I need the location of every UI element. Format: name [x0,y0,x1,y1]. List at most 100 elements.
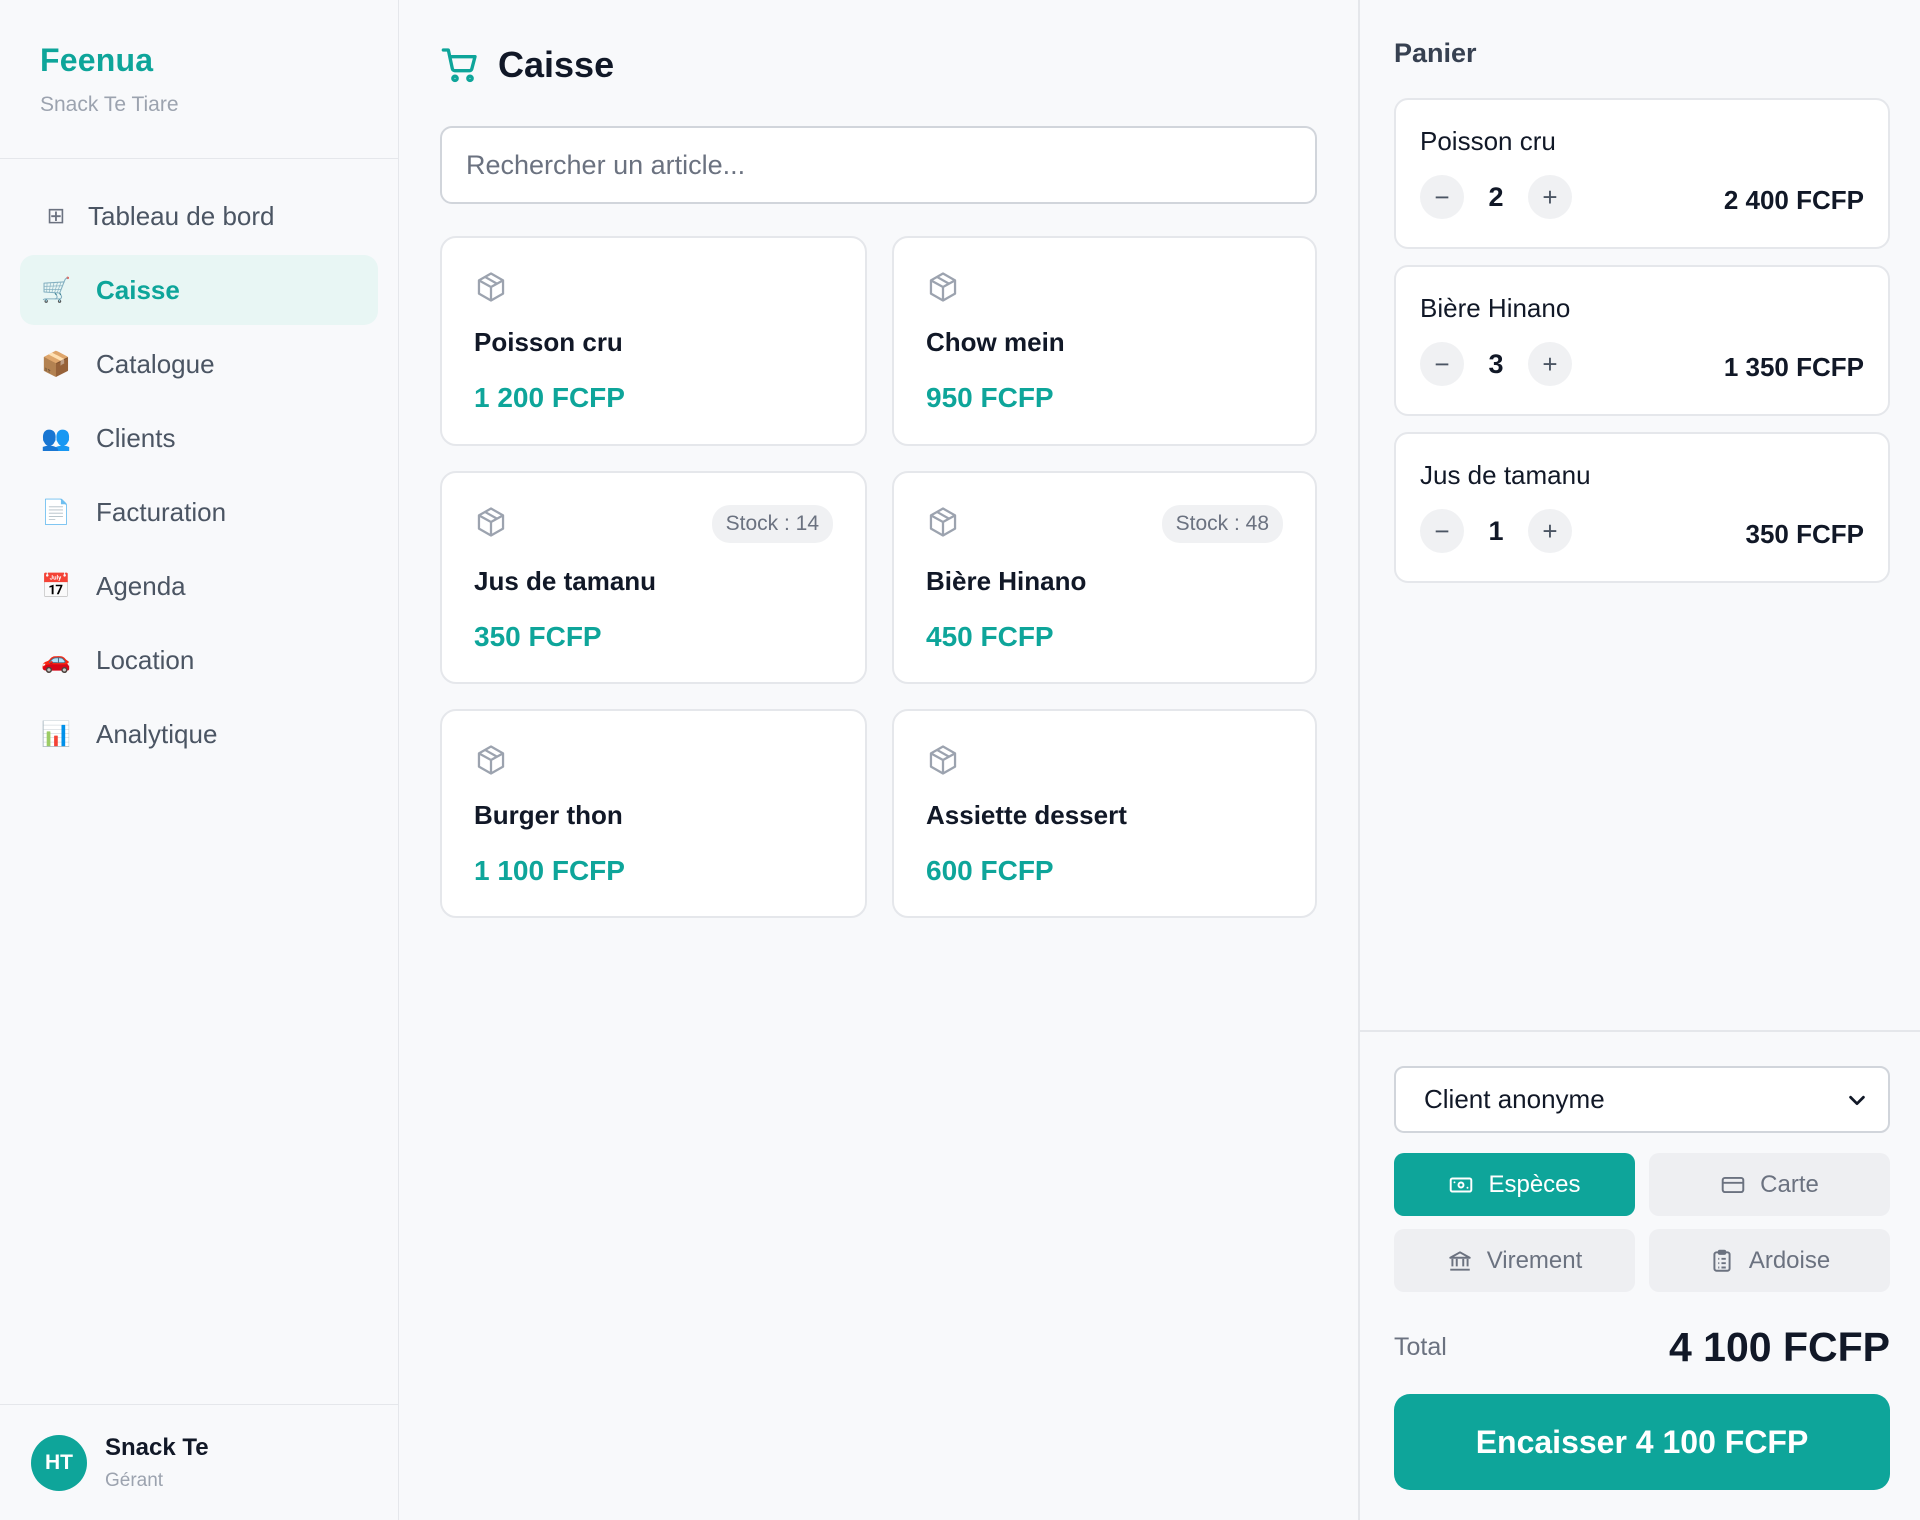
product-card[interactable]: Chow mein 950 FCFP [892,236,1317,446]
payment-especes-button[interactable]: Espèces [1394,1153,1635,1216]
quantity-value: 3 [1488,348,1504,379]
product-card[interactable]: Burger thon 1 100 FCFP [440,709,867,918]
document-icon: 📄 [41,498,71,526]
payment-label: Espèces [1488,1170,1581,1198]
cart-title: Panier [1394,38,1477,68]
package-icon [929,745,957,775]
sidebar-item-label: Agenda [96,570,186,601]
cart-item-name: Bière Hinano [1420,293,1571,323]
user-name: Snack Te [105,1433,209,1461]
quantity-value: 2 [1488,181,1504,212]
users-icon: 👥 [41,424,71,452]
sidebar-item-label: Catalogue [96,348,215,379]
brand-subtitle: Snack Te Tiare [40,93,179,116]
product-card[interactable]: Stock : 48 Bière Hinano 450 FCFP [892,471,1317,684]
total-row: Total 4 100 FCFP [1394,1324,1890,1371]
sidebar-item-label: Analytique [96,718,218,749]
sidebar-item-caisse[interactable]: 🛒 Caisse [20,255,378,325]
cart-item-name: Jus de tamanu [1420,460,1591,490]
product-price: 1 200 FCFP [474,382,625,413]
total-value: 4 100 FCFP [1668,1324,1890,1370]
stock-badge: Stock : 48 [1161,505,1283,543]
increment-button[interactable]: + [1528,175,1572,219]
decrement-button[interactable]: − [1420,509,1464,553]
sidebar-item-label: Facturation [96,496,227,527]
product-card[interactable]: Poisson cru 1 200 FCFP [440,236,867,446]
package-icon: 📦 [41,350,71,378]
sidebar-item-label: Caisse [96,274,180,305]
sidebar: Feenua Snack Te Tiare ⊞ Tableau de bord … [0,0,399,1520]
payment-ardoise-button[interactable]: Ardoise [1649,1229,1890,1292]
cart-item-price: 2 400 FCFP [1723,185,1864,215]
page-header: Caisse [440,44,614,86]
package-icon [477,272,505,302]
brand: Feenua Snack Te Tiare [0,0,398,159]
sidebar-item-analytique[interactable]: 📊 Analytique [20,699,378,769]
product-grid: Poisson cru 1 200 FCFP Chow mein 950 FCF… [440,236,1317,918]
bank-icon [1448,1250,1471,1271]
cart-items: Poisson cru − 2 + 2 400 FCFP Bière Hinan… [1394,98,1890,599]
product-card[interactable]: Stock : 14 Jus de tamanu 350 FCFP [440,471,867,684]
checkout-button[interactable]: Encaisser 4 100 FCFP [1394,1394,1890,1490]
sidebar-item-catalogue[interactable]: 📦 Catalogue [20,329,378,399]
sidebar-item-label: Clients [96,422,176,453]
quantity-value: 1 [1488,515,1504,546]
user-info: Snack Te Gérant [105,1434,209,1492]
stock-badge: Stock : 14 [711,505,833,543]
cart-item: Bière Hinano − 3 + 1 350 FCFP [1394,265,1890,416]
product-name: Assiette dessert [926,800,1127,830]
decrement-button[interactable]: − [1420,342,1464,386]
payment-methods: Espèces Carte Virement Ardoise [1394,1153,1890,1292]
sidebar-item-clients[interactable]: 👥 Clients [20,403,378,473]
sidebar-item-label: Location [96,644,195,675]
package-icon [477,507,505,537]
package-icon [929,507,957,537]
product-name: Jus de tamanu [474,566,657,596]
payment-label: Virement [1486,1246,1583,1274]
sidebar-item-agenda[interactable]: 📅 Agenda [20,551,378,621]
product-name: Chow mein [926,327,1065,357]
search-input[interactable] [440,126,1317,204]
product-name: Poisson cru [474,327,623,357]
increment-button[interactable]: + [1528,509,1572,553]
cart-item-price: 350 FCFP [1745,519,1865,549]
product-price: 600 FCFP [926,855,1054,886]
cart-item: Poisson cru − 2 + 2 400 FCFP [1394,98,1890,249]
card-icon [1721,1176,1745,1193]
sidebar-item-location[interactable]: 🚗 Location [20,625,378,695]
chevron-down-icon [1849,1095,1865,1105]
clipboard-icon [1713,1249,1731,1272]
payment-carte-button[interactable]: Carte [1649,1153,1890,1216]
product-price: 450 FCFP [926,621,1054,652]
product-card[interactable]: Assiette dessert 600 FCFP [892,709,1317,918]
cart-icon [441,48,477,83]
package-icon [929,272,957,302]
product-name: Bière Hinano [926,566,1087,596]
sidebar-item-facturation[interactable]: 📄 Facturation [20,477,378,547]
payment-label: Ardoise [1748,1246,1831,1274]
cash-icon [1450,1177,1473,1192]
sidebar-item-tableau-de-bord[interactable]: ⊞ Tableau de bord [20,181,378,251]
sidebar-nav: ⊞ Tableau de bord 🛒 Caisse 📦 Catalogue 👥… [0,159,398,795]
brand-name[interactable]: Feenua [40,42,358,79]
checkout-section: Client anonyme Espèces Carte Virement Ar… [1360,1030,1920,1520]
cart-item-price: 1 350 FCFP [1723,352,1864,382]
client-select[interactable]: Client anonyme [1394,1066,1890,1133]
main-content: Caisse Poisson cru 1 200 FCFP Chow mein … [400,0,1358,1520]
payment-virement-button[interactable]: Virement [1394,1229,1635,1292]
payment-label: Carte [1760,1170,1819,1198]
user-role: Gérant [105,1469,164,1491]
increment-button[interactable]: + [1528,342,1572,386]
avatar: HT [31,1434,87,1491]
product-price: 1 100 FCFP [474,855,625,886]
product-price: 350 FCFP [474,621,602,652]
decrement-button[interactable]: − [1420,175,1464,219]
cart-icon: 🛒 [41,276,71,304]
total-label: Total [1394,1333,1447,1361]
product-name: Burger thon [474,800,623,830]
client-select-value: Client anonyme [1424,1084,1605,1114]
user-profile[interactable]: HT Snack Te Gérant [0,1404,399,1520]
cart-item: Jus de tamanu − 1 + 350 FCFP [1394,432,1890,583]
car-icon: 🚗 [41,646,71,674]
page-title: Caisse [498,44,615,85]
